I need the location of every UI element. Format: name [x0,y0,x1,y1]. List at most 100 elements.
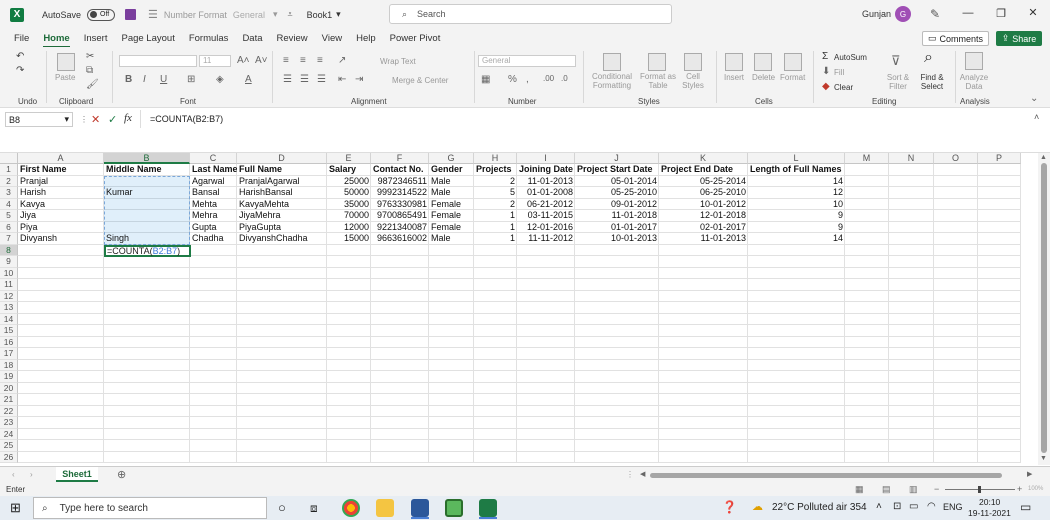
task-view-icon[interactable]: ⧈ [310,501,318,516]
column-header-l[interactable]: L [748,153,845,164]
font-size-select[interactable]: 11 [199,55,231,67]
tab-view[interactable]: View [315,33,349,44]
table-cell[interactable]: Mehra [190,210,237,222]
column-header-j[interactable]: J [575,153,659,164]
name-box[interactable]: B8 ▾ [5,112,73,127]
row-header-11[interactable]: 11 [0,279,18,291]
table-cell[interactable]: 05-25-2010 [575,187,659,199]
table-header-cell[interactable]: Full Name [237,164,327,176]
table-cell[interactable]: Male [429,233,474,245]
table-cell[interactable]: 35000 [327,199,371,211]
table-cell[interactable]: 12-01-2018 [659,210,748,222]
format-cells-button[interactable]: Format [780,73,805,82]
align-right-icon[interactable]: ☰ [317,74,326,85]
row-header-22[interactable]: 22 [0,405,18,417]
merge-center-button[interactable]: Merge & Center [392,76,448,85]
wifi-icon[interactable]: ◠ [927,501,936,512]
taskbar-search[interactable]: ⌕ Type here to search [33,497,267,519]
wrap-text-button[interactable]: Wrap Text [380,57,416,66]
table-cell[interactable]: 1 [474,210,517,222]
page-layout-view-icon[interactable]: ▤ [882,484,891,495]
table-cell[interactable]: 12 [748,187,845,199]
row-header-3[interactable]: 3 [0,187,18,199]
decrease-font-icon[interactable]: A˅ [255,55,268,66]
scroll-up-icon[interactable]: ▲ [1040,154,1047,161]
normal-view-icon[interactable]: ▦ [855,484,864,495]
table-cell[interactable]: 14 [748,176,845,188]
pen-icon[interactable]: ✎ [930,7,940,21]
column-header-k[interactable]: K [659,153,748,164]
column-header-o[interactable]: O [934,153,978,164]
increase-indent-icon[interactable]: ⇥ [355,74,363,85]
table-cell[interactable]: Gupta [190,222,237,234]
table-cell[interactable]: 11-11-2012 [517,233,575,245]
format-painter-icon[interactable]: 🖌 [86,79,99,90]
number-format-value[interactable]: General [233,10,265,20]
row-header-2[interactable]: 2 [0,175,18,187]
prev-sheet-icon[interactable]: ‹ [12,470,15,479]
row-header-10[interactable]: 10 [0,267,18,279]
row-header-6[interactable]: 6 [0,221,18,233]
find-icon[interactable]: ⌕ [924,49,933,67]
cortana-icon[interactable]: ○ [278,500,286,515]
zoom-slider-handle[interactable] [978,486,981,493]
conditional-formatting-button[interactable]: Conditional Formatting [588,72,636,90]
help-icon[interactable]: ❓ [722,500,737,514]
table-cell[interactable]: 01-01-2008 [517,187,575,199]
fill-icon[interactable]: ⬇ [822,66,830,77]
table-cell[interactable]: 09-01-2012 [575,199,659,211]
insert-cells-icon[interactable] [725,53,743,71]
clock-time[interactable]: 20:10 [979,497,1000,507]
vertical-scrollbar[interactable]: ▲ ▼ [1038,153,1050,465]
column-header-f[interactable]: F [371,153,429,164]
format-as-table-icon[interactable] [648,53,666,71]
delete-cells-button[interactable]: Delete [752,73,775,82]
table-cell[interactable]: Bansal [190,187,237,199]
weather-icon[interactable]: ☁ [752,500,763,513]
word-icon[interactable] [411,499,429,517]
table-cell[interactable]: Mehta [190,199,237,211]
row-header-1[interactable]: 1 [0,164,18,176]
table-cell[interactable]: 12-01-2016 [517,222,575,234]
align-bottom-icon[interactable]: ≡ [317,55,323,66]
copy-icon[interactable]: ⧉ [86,65,93,76]
table-header-cell[interactable]: Middle Name [104,164,190,176]
paste-label[interactable]: Paste [55,73,75,82]
table-cell[interactable]: 01-01-2017 [575,222,659,234]
column-header-p[interactable]: P [978,153,1021,164]
redo-icon[interactable]: ↷ [16,65,24,76]
analyze-data-button[interactable]: Analyze Data [958,73,990,91]
table-cell[interactable]: Agarwal [190,176,237,188]
autosum-icon[interactable]: Σ [822,51,828,62]
cell-styles-button[interactable]: Cell Styles [678,72,708,90]
table-cell[interactable]: 9700865491 [371,210,429,222]
autosave-toggle[interactable]: Off [87,8,116,21]
table-cell[interactable]: Female [429,199,474,211]
row-header-18[interactable]: 18 [0,359,18,371]
scroll-left-icon[interactable]: ◀ [640,470,645,478]
table-header-cell[interactable]: Joining Date [517,164,575,176]
increase-font-icon[interactable]: A˄ [237,55,250,66]
align-middle-icon[interactable]: ≡ [300,55,306,66]
row-header-26[interactable]: 26 [0,451,18,463]
table-header-cell[interactable]: Gender [429,164,474,176]
clear-icon[interactable]: ◆ [822,81,830,92]
table-cell[interactable]: Jiya [18,210,104,222]
formula-input[interactable]: =COUNTA(B2:B7) [150,114,223,124]
enter-icon[interactable]: ✓ [108,113,117,126]
table-cell[interactable]: JiyaMehra [237,210,327,222]
next-sheet-icon[interactable]: › [30,470,33,479]
table-cell[interactable]: 11-01-2013 [659,233,748,245]
select-all-corner[interactable] [0,153,18,164]
tab-page-layout[interactable]: Page Layout [114,33,181,44]
table-cell[interactable]: KavyaMehta [237,199,327,211]
table-cell[interactable]: 12000 [327,222,371,234]
collapse-ribbon-icon[interactable]: ⌄ [1030,93,1038,104]
table-cell[interactable]: 9872346511 [371,176,429,188]
customize-toolbar-icon[interactable]: ⩡ [287,9,292,20]
table-cell[interactable]: 5 [474,187,517,199]
avatar[interactable]: G [895,6,911,22]
column-header-a[interactable]: A [18,153,104,164]
column-header-g[interactable]: G [429,153,474,164]
row-header-9[interactable]: 9 [0,256,18,268]
